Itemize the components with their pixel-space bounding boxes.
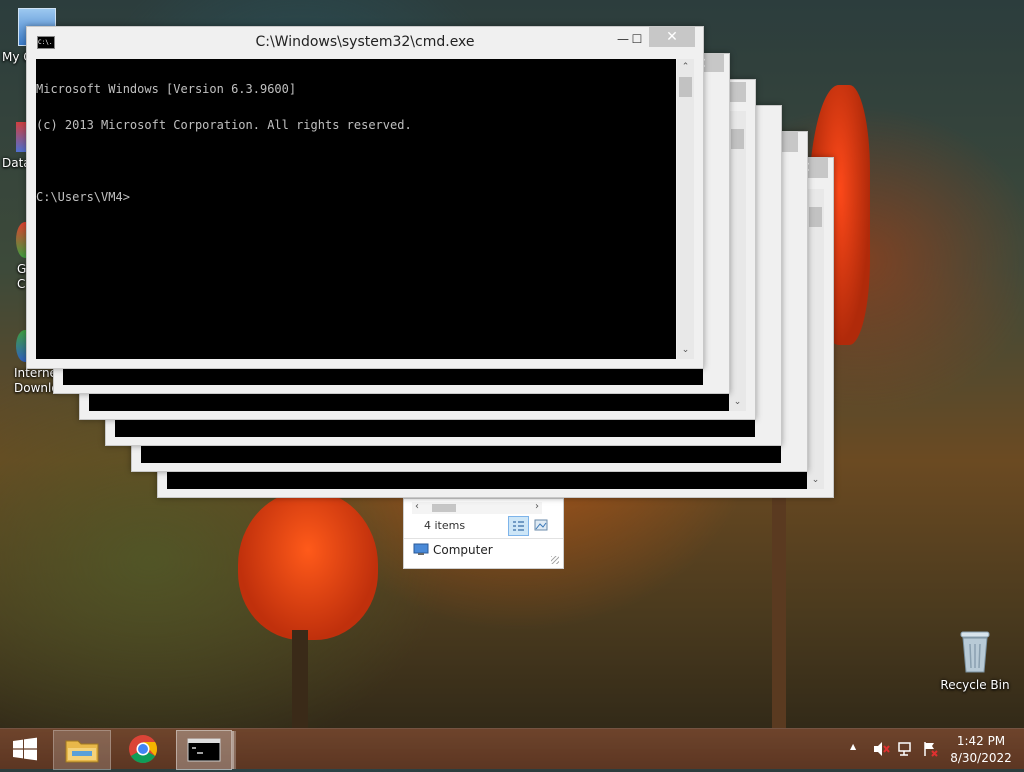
vertical-scrollbar[interactable]: ⌄ — [729, 111, 746, 411]
clock-date: 8/30/2022 — [950, 751, 1012, 765]
taskbar: ▲ 1:42 PM 8/30/2022 — [0, 728, 1024, 770]
details-view-icon[interactable] — [508, 516, 529, 536]
scroll-down-icon[interactable]: ⌄ — [677, 342, 694, 359]
scroll-down-icon[interactable]: ⌄ — [807, 472, 824, 489]
cmd-window-active[interactable]: C:\. C:\Windows\system32\cmd.exe — ☐ ✕ M… — [26, 26, 704, 369]
scroll-thumb[interactable] — [679, 77, 692, 97]
window-title: C:\Windows\system32\cmd.exe — [255, 34, 475, 50]
volume-muted-icon[interactable] — [872, 741, 890, 757]
vertical-scrollbar[interactable]: ⌃ ⌄ — [677, 59, 694, 359]
start-button[interactable] — [0, 730, 50, 768]
show-hidden-icons-button[interactable]: ▲ — [850, 742, 856, 751]
scroll-right-icon[interactable]: › — [535, 501, 539, 512]
scroll-left-icon[interactable]: ‹ — [415, 501, 419, 512]
folder-icon — [65, 740, 99, 763]
console-output[interactable]: Microsoft Windows [Version 6.3.9600] (c)… — [36, 59, 676, 359]
horizontal-scrollbar[interactable]: ‹ › — [412, 501, 542, 514]
action-center-flag-icon[interactable] — [922, 741, 940, 757]
taskbar-file-explorer-button[interactable] — [53, 730, 111, 770]
maximize-button[interactable]: ☐ — [624, 29, 650, 49]
vertical-scrollbar[interactable]: ⌄ — [807, 189, 824, 489]
desktop-icon-label: Recycle Bin — [940, 678, 1010, 692]
location-label: Computer — [433, 543, 493, 557]
console-prompt: C:\Users\VM4> — [36, 190, 130, 204]
scroll-up-icon[interactable]: ⌃ — [677, 59, 694, 76]
recycle-bin-icon — [958, 630, 992, 674]
chrome-icon — [129, 735, 157, 763]
computer-icon — [413, 543, 429, 556]
scroll-thumb[interactable] — [809, 207, 822, 227]
console-line: (c) 2013 Microsoft Corporation. All righ… — [36, 118, 412, 132]
clock-time: 1:42 PM — [956, 734, 1006, 748]
file-explorer-window[interactable]: ‹ › 4 items Computer — [403, 498, 564, 569]
clock[interactable]: 1:42 PM 8/30/2022 — [948, 733, 1014, 767]
scroll-thumb[interactable] — [432, 504, 456, 512]
network-icon[interactable] — [897, 741, 915, 757]
cmd-icon — [187, 738, 221, 762]
thumbnail-view-icon[interactable] — [533, 518, 549, 532]
close-button[interactable]: ✕ — [649, 27, 695, 47]
scroll-down-icon[interactable]: ⌄ — [729, 394, 746, 411]
console-line: Microsoft Windows [Version 6.3.9600] — [36, 82, 297, 96]
taskbar-cmd-button[interactable] — [176, 730, 232, 770]
status-items-count: 4 items — [424, 519, 466, 532]
desktop-icon-recycle-bin[interactable]: Recycle Bin — [938, 630, 1012, 692]
resize-grip-icon[interactable] — [551, 556, 559, 564]
scroll-thumb[interactable] — [731, 129, 744, 149]
title-bar[interactable]: C:\. C:\Windows\system32\cmd.exe — ☐ ✕ — [27, 27, 703, 57]
taskbar-chrome-button[interactable] — [115, 730, 171, 768]
windows-logo-icon — [13, 737, 37, 761]
